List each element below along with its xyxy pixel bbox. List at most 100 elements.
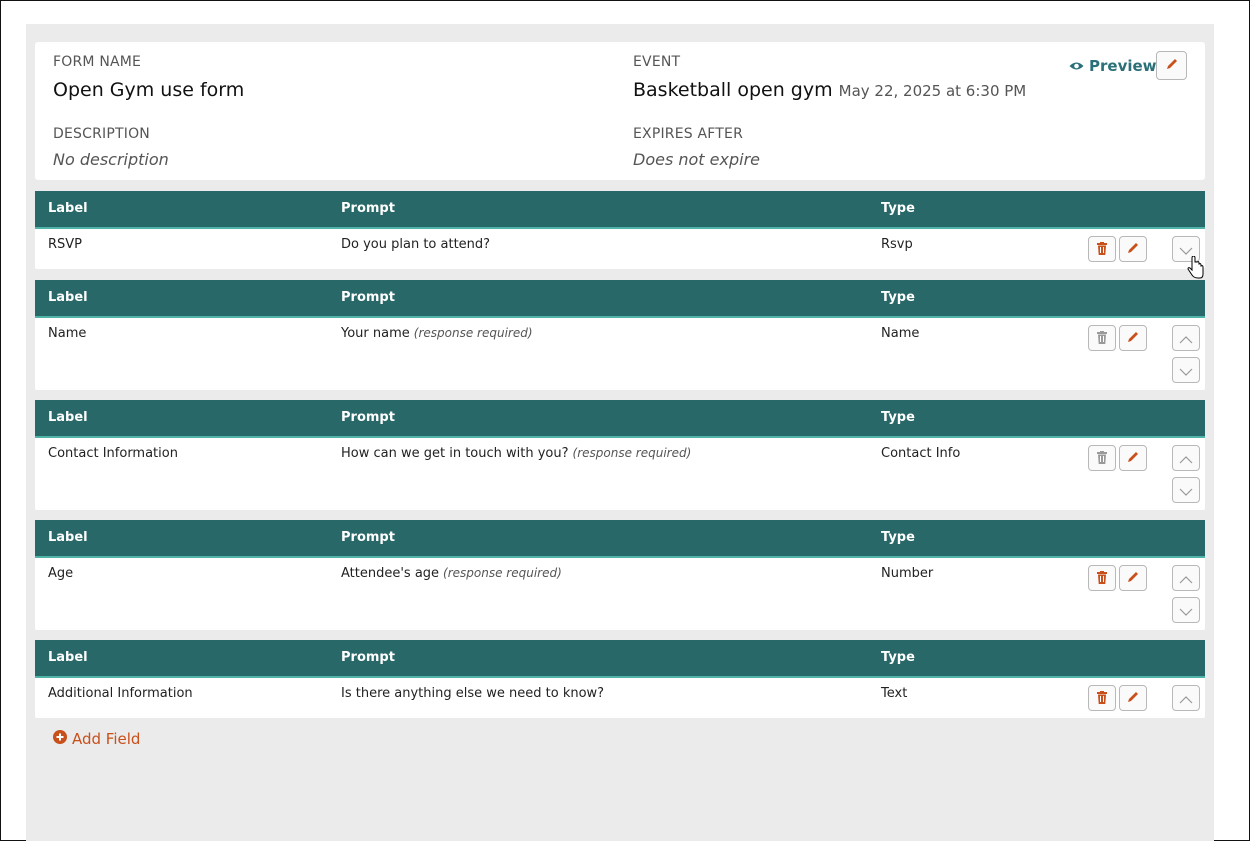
event-line: Basketball open gym May 22, 2025 at 6:30 … xyxy=(633,79,1026,101)
form-name-value: Open Gym use form xyxy=(53,79,245,101)
field-prompt-text: Your name xyxy=(341,326,410,341)
field-prompt: Is there anything else we need to know? xyxy=(341,686,608,701)
field-type: Text xyxy=(881,686,908,701)
field-label: Additional Information xyxy=(48,686,193,701)
field-prompt-text: Do you plan to attend? xyxy=(341,237,491,252)
field-card: Label Prompt Type Name Your name (respons… xyxy=(35,280,1205,390)
column-header-label: Label xyxy=(48,650,88,665)
edit-field-button[interactable] xyxy=(1119,445,1147,471)
field-type: Name xyxy=(881,326,920,341)
pencil-icon xyxy=(1126,449,1140,468)
field-prompt: Your name (response required) xyxy=(341,326,533,341)
edit-field-button[interactable] xyxy=(1119,236,1147,262)
move-up-button[interactable] xyxy=(1172,445,1200,471)
column-header-label: Label xyxy=(48,410,88,425)
field-card: Label Prompt Type RSVP Do you plan to at… xyxy=(35,191,1205,269)
move-down-button[interactable] xyxy=(1172,357,1200,383)
field-type: Contact Info xyxy=(881,446,961,461)
edit-field-button[interactable] xyxy=(1119,685,1147,711)
pencil-icon xyxy=(1126,689,1140,708)
edit-field-button[interactable] xyxy=(1119,565,1147,591)
column-header-prompt: Prompt xyxy=(341,650,395,665)
hand-cursor-icon xyxy=(1186,255,1206,284)
edit-field-button[interactable] xyxy=(1119,325,1147,351)
field-prompt-text: Attendee's age xyxy=(341,566,440,581)
chevron-down-icon xyxy=(1179,601,1193,620)
event-date: May 22, 2025 at 6:30 PM xyxy=(838,82,1027,100)
field-type: Rsvp xyxy=(881,237,913,252)
delete-field-button[interactable] xyxy=(1088,685,1116,711)
event-name: Basketball open gym xyxy=(633,79,833,101)
pencil-icon xyxy=(1126,240,1140,259)
delete-field-button xyxy=(1088,325,1116,351)
field-type: Number xyxy=(881,566,934,581)
add-field-label: Add Field xyxy=(72,730,141,748)
pencil-icon xyxy=(1126,569,1140,588)
column-header-prompt: Prompt xyxy=(341,530,395,545)
field-prompt: How can we get in touch with you? (respon… xyxy=(341,446,691,461)
column-header-type: Type xyxy=(881,201,915,216)
field-card: Label Prompt Type Age Attendee's age (res… xyxy=(35,520,1205,630)
field-prompt-text: How can we get in touch with you? xyxy=(341,446,569,461)
chevron-up-icon xyxy=(1179,329,1193,348)
preview-label: Preview xyxy=(1089,57,1157,75)
form-name-label: FORM NAME xyxy=(53,54,142,70)
chevron-up-icon xyxy=(1179,569,1193,588)
column-header-prompt: Prompt xyxy=(341,290,395,305)
event-label: EVENT xyxy=(633,54,681,70)
edit-form-button[interactable] xyxy=(1156,51,1187,80)
field-label: Name xyxy=(48,326,87,341)
move-down-button[interactable] xyxy=(1172,597,1200,623)
move-down-button[interactable] xyxy=(1172,477,1200,503)
expires-value: Does not expire xyxy=(633,150,760,169)
field-prompt: Do you plan to attend? xyxy=(341,237,494,252)
field-prompt: Attendee's age (response required) xyxy=(341,566,562,581)
trash-icon xyxy=(1096,329,1108,348)
field-label: Contact Information xyxy=(48,446,178,461)
field-prompt-text: Is there anything else we need to know? xyxy=(341,686,605,701)
pencil-icon xyxy=(1165,56,1179,75)
column-header-type: Type xyxy=(881,290,915,305)
trash-icon xyxy=(1096,240,1108,259)
chevron-down-icon xyxy=(1179,361,1193,380)
form-editor-panel: FORM NAME Open Gym use form DESCRIPTION … xyxy=(26,24,1214,841)
expires-label: EXPIRES AFTER xyxy=(633,126,744,142)
column-header-type: Type xyxy=(881,410,915,425)
column-header-label: Label xyxy=(48,530,88,545)
field-table-header: Label Prompt Type xyxy=(35,520,1205,558)
column-header-prompt: Prompt xyxy=(341,201,395,216)
field-table-header: Label Prompt Type xyxy=(35,400,1205,438)
delete-field-button[interactable] xyxy=(1088,236,1116,262)
field-table-header: Label Prompt Type xyxy=(35,280,1205,318)
required-note: (response required) xyxy=(413,326,533,340)
delete-field-button xyxy=(1088,445,1116,471)
trash-icon xyxy=(1096,569,1108,588)
delete-field-button[interactable] xyxy=(1088,565,1116,591)
add-field-button[interactable]: Add Field xyxy=(53,730,140,748)
field-table-header: Label Prompt Type xyxy=(35,640,1205,678)
preview-link[interactable]: Preview xyxy=(1069,57,1157,75)
chevron-down-icon xyxy=(1179,481,1193,500)
plus-circle-icon xyxy=(53,730,67,748)
description-value: No description xyxy=(53,150,169,169)
chevron-up-icon xyxy=(1179,689,1193,708)
move-up-button[interactable] xyxy=(1172,685,1200,711)
field-label: RSVP xyxy=(48,237,83,252)
trash-icon xyxy=(1096,449,1108,468)
field-card: Label Prompt Type Contact Information Ho… xyxy=(35,400,1205,510)
move-up-button[interactable] xyxy=(1172,565,1200,591)
column-header-type: Type xyxy=(881,530,915,545)
field-card: Label Prompt Type Additional Information… xyxy=(35,640,1205,718)
column-header-type: Type xyxy=(881,650,915,665)
column-header-label: Label xyxy=(48,201,88,216)
column-header-label: Label xyxy=(48,290,88,305)
field-label: Age xyxy=(48,566,74,581)
form-summary-card: FORM NAME Open Gym use form DESCRIPTION … xyxy=(35,42,1205,180)
trash-icon xyxy=(1096,689,1108,708)
move-up-button[interactable] xyxy=(1172,325,1200,351)
column-header-prompt: Prompt xyxy=(341,410,395,425)
description-label: DESCRIPTION xyxy=(53,126,150,142)
required-note: (response required) xyxy=(572,446,692,460)
field-table-header: Label Prompt Type xyxy=(35,191,1205,229)
pencil-icon xyxy=(1126,329,1140,348)
